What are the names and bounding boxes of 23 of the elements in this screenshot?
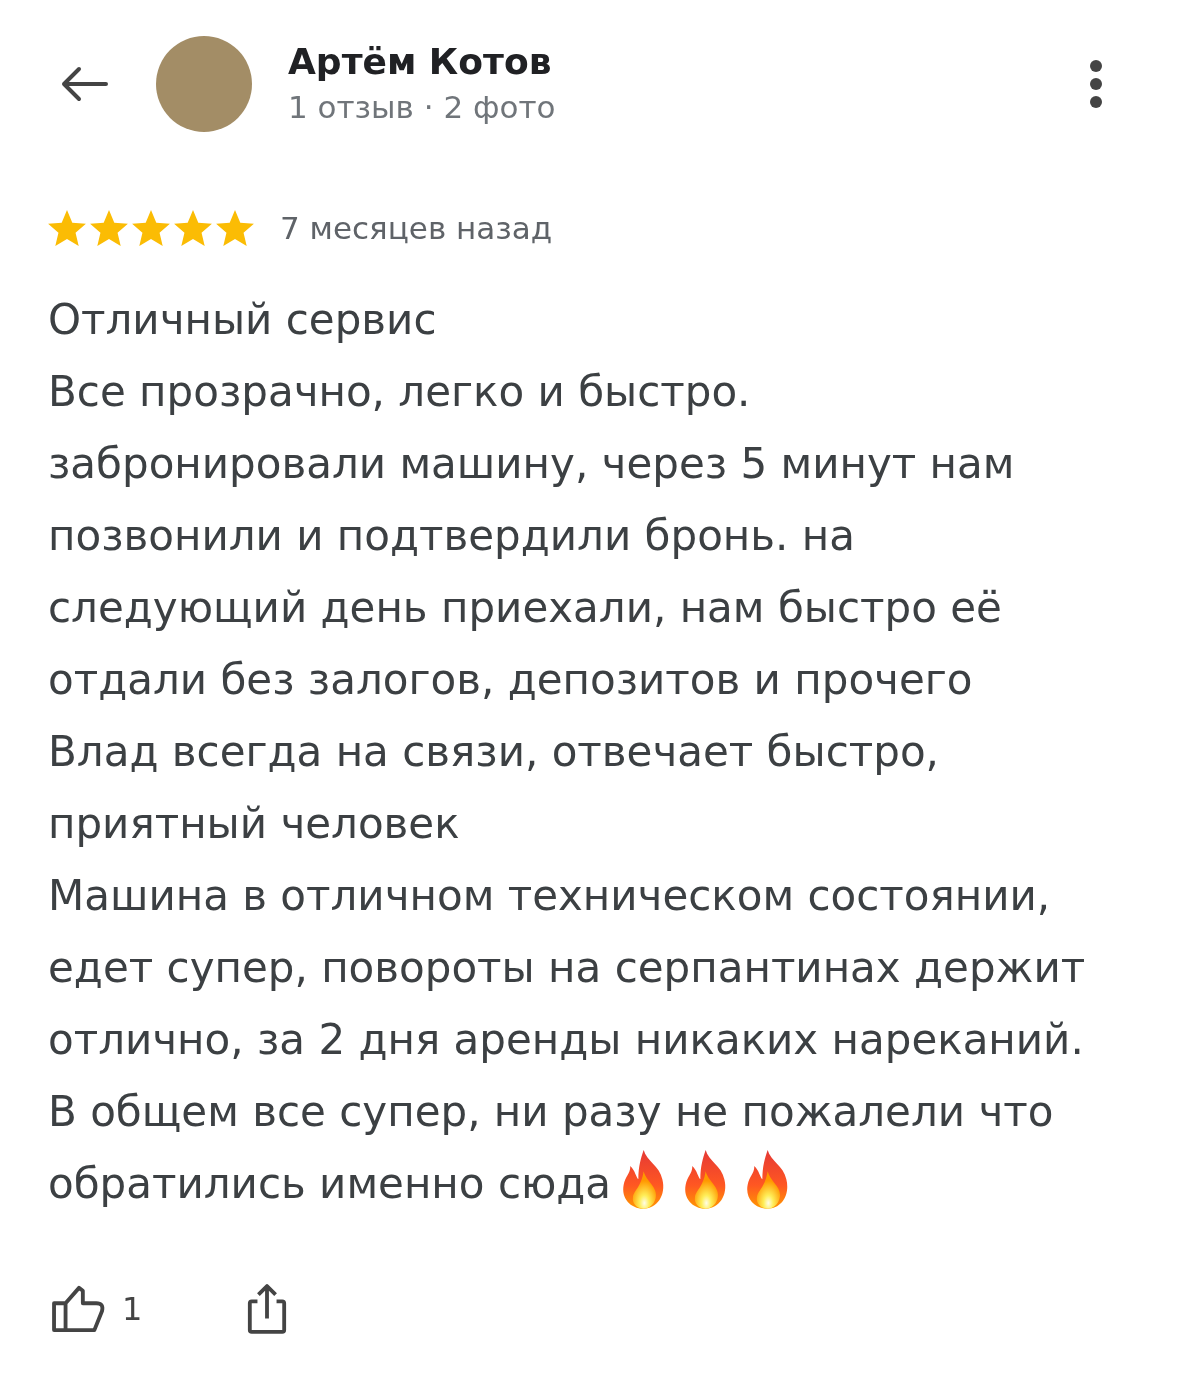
review-text: забронировали машину, через 5 минут нам позвонили и подтвердили бронь. на следующий день приехали, нам быстро её отдали без залогов, депозитов и прочего (48, 439, 1015, 704)
more-options-button[interactable] (1089, 60, 1103, 108)
review-text: обратились именно сюда (48, 1159, 612, 1208)
review-text: Влад всегда на связи, отвечает быстро, приятный человек (48, 727, 939, 848)
more-vertical-icon (1089, 60, 1103, 108)
star-icon (174, 210, 212, 246)
star-icon (90, 210, 128, 246)
share-icon (246, 1282, 289, 1336)
star-icon (132, 210, 170, 246)
share-button[interactable] (246, 1282, 289, 1336)
review-date: 7 месяцев назад (280, 210, 553, 246)
review-text: Отличный сервис (48, 295, 437, 344)
review-text: Все прозрачно, легко и быстро. (48, 367, 751, 416)
thumbs-up-icon (52, 1285, 106, 1333)
author-stats: 1 отзыв · 2 фото (288, 88, 557, 127)
review-text: Машина в отличном техническом состоянии, едет супер, повороты на серпантинах держит отлично, за 2 дня аренды никаких нареканий. (48, 871, 1086, 1064)
star-icon (48, 210, 86, 246)
back-arrow-icon (60, 66, 108, 102)
review-text: В общем все супер, ни разу не пожалели что (48, 1087, 1054, 1136)
back-button[interactable] (60, 66, 108, 102)
author-name: Артём Котов (288, 40, 553, 84)
like-button[interactable]: 1 (52, 1285, 143, 1333)
star-icon (216, 210, 254, 246)
